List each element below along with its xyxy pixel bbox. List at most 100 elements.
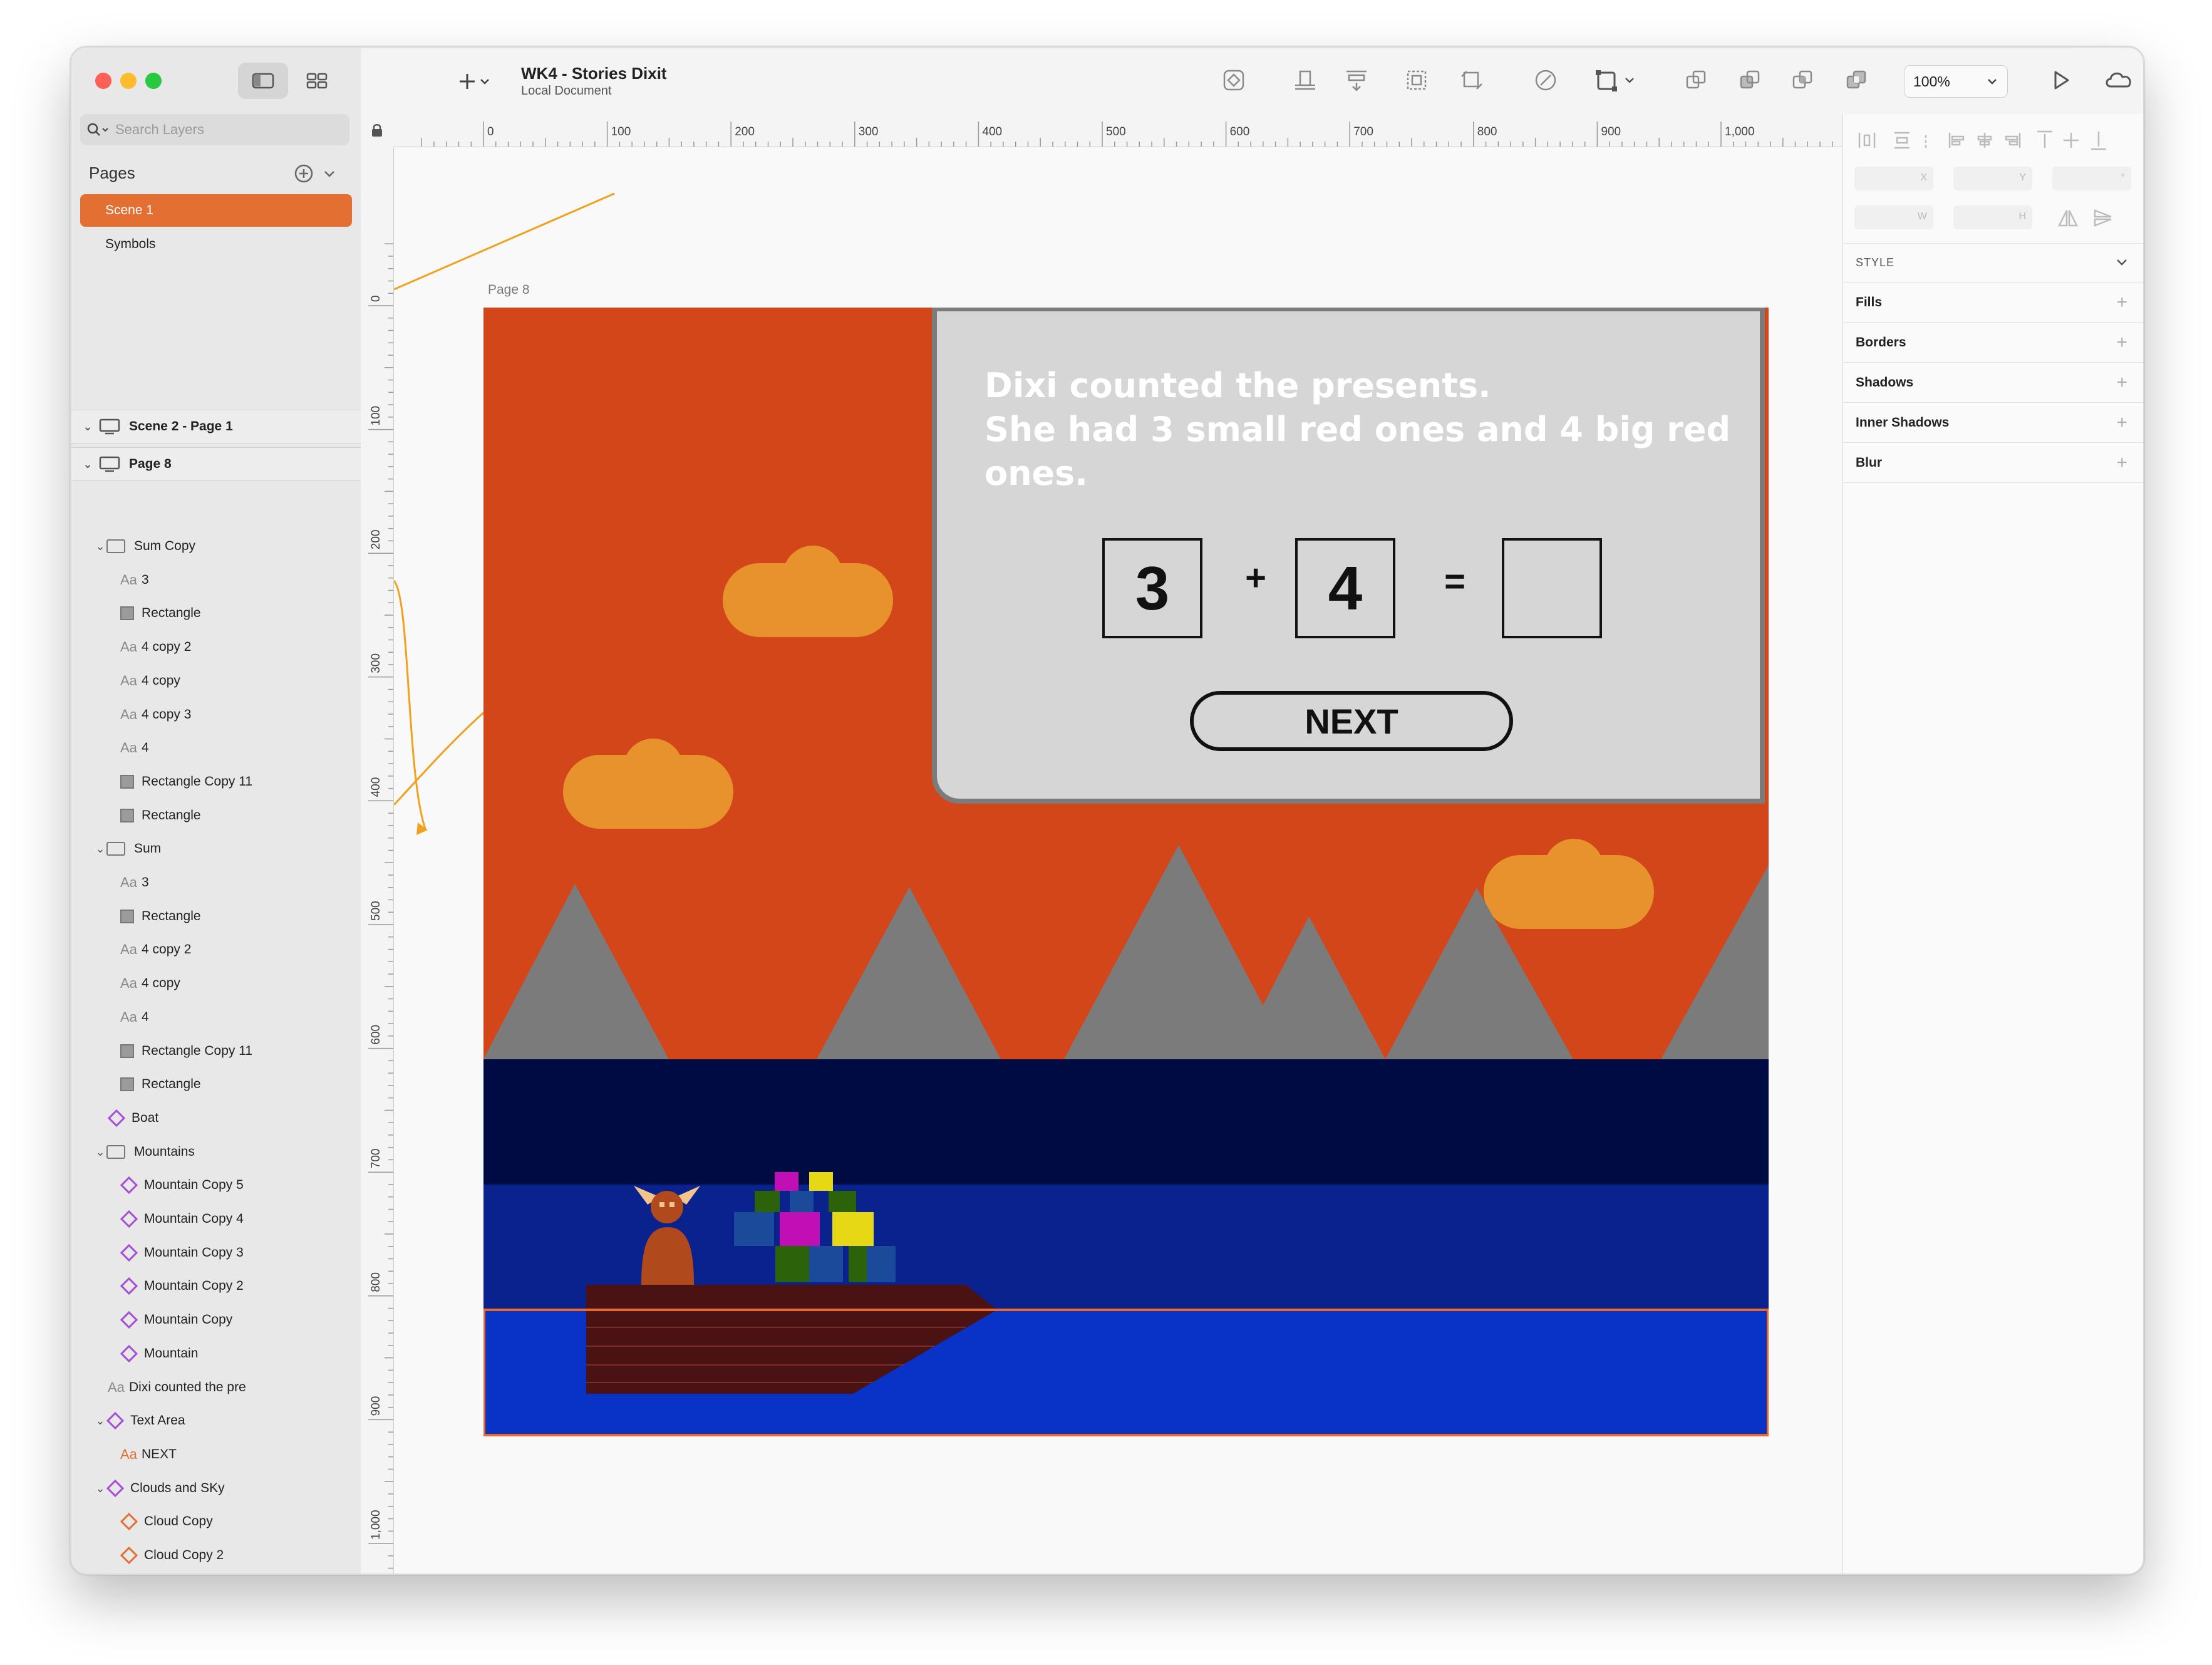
- layer-row[interactable]: Aa 4: [106, 735, 149, 760]
- zoom-window-button[interactable]: [145, 73, 162, 89]
- artboard-scene-2-page-1[interactable]: ⌄ Scene 2 - Page 1: [71, 410, 361, 443]
- page-item-symbols[interactable]: Symbols: [80, 228, 352, 261]
- layer-row[interactable]: Cloud Copy: [106, 1509, 213, 1534]
- distribute-button[interactable]: [1343, 66, 1370, 94]
- height-field[interactable]: H: [1953, 205, 2032, 229]
- insert-icon[interactable]: [458, 69, 492, 94]
- number-box-b[interactable]: 4: [1295, 538, 1395, 638]
- layer-row[interactable]: Rectangle: [106, 803, 201, 828]
- fills-section[interactable]: Fills +: [1843, 283, 2143, 323]
- collapse-pages-icon[interactable]: [322, 167, 337, 182]
- artboard-page-8[interactable]: ⌄ Page 8: [71, 447, 361, 481]
- flip-vertical-icon[interactable]: [2092, 208, 2114, 228]
- canvas-view-button[interactable]: [238, 63, 288, 99]
- chevron-down-icon[interactable]: ⌄: [81, 420, 94, 433]
- vertical-ruler[interactable]: 0 100 200 300 400 500 600 700 800 900 1,000: [361, 147, 394, 1574]
- add-inner-shadow-icon[interactable]: +: [2116, 412, 2127, 433]
- ruler-label: 200: [735, 125, 755, 138]
- layer-row[interactable]: Mountain Copy: [106, 1307, 232, 1332]
- layer-row[interactable]: Mountain Copy 2: [106, 1273, 244, 1299]
- minimize-window-button[interactable]: [120, 73, 137, 89]
- zoom-select[interactable]: 100%: [1904, 65, 2008, 98]
- lock-icon[interactable]: [370, 123, 385, 138]
- borders-section[interactable]: Borders +: [1843, 323, 2143, 363]
- blur-section[interactable]: Blur +: [1843, 443, 2143, 483]
- add-shadow-icon[interactable]: +: [2116, 372, 2127, 393]
- layer-row[interactable]: Aa 4 copy 3: [106, 702, 191, 727]
- align-bottom-button[interactable]: [1291, 66, 1319, 94]
- layer-row[interactable]: Aa 3: [106, 568, 149, 593]
- intersect-button[interactable]: [1789, 66, 1816, 94]
- add-fill-icon[interactable]: +: [2116, 292, 2127, 313]
- layer-row[interactable]: Mountain Copy 5: [106, 1173, 244, 1198]
- x-field[interactable]: X: [1854, 167, 1933, 190]
- artboard-page-8[interactable]: Dixi counted the presents. She had 3 sma…: [483, 308, 1769, 1436]
- layer-row[interactable]: Aa 4 copy 2: [106, 635, 191, 660]
- artboard-label[interactable]: Page 8: [488, 283, 530, 298]
- y-field[interactable]: Y: [1953, 167, 2032, 190]
- folder-icon: [106, 539, 125, 553]
- layer-row[interactable]: ⌄ Text Area: [94, 1408, 185, 1433]
- layer-row[interactable]: Aa 4 copy: [106, 971, 180, 996]
- components-view-button[interactable]: [292, 63, 342, 99]
- layer-row[interactable]: Rectangle: [106, 601, 201, 626]
- inner-shadows-section[interactable]: Inner Shadows +: [1843, 403, 2143, 443]
- chevron-down-icon[interactable]: ⌄: [94, 1146, 106, 1159]
- chevron-down-icon[interactable]: ⌄: [81, 458, 94, 471]
- layer-row[interactable]: Mountain Copy 3: [106, 1240, 244, 1265]
- scale-button[interactable]: [1403, 66, 1430, 94]
- layer-row[interactable]: ⌄ Mountains: [94, 1139, 195, 1164]
- create-symbol-button[interactable]: [1220, 66, 1248, 94]
- answer-box[interactable]: [1502, 538, 1602, 638]
- chevron-down-icon[interactable]: ⌄: [94, 540, 106, 553]
- layer-row[interactable]: Cloud Copy 2: [106, 1543, 224, 1568]
- layer-row[interactable]: ⌄ Sum Copy: [94, 534, 195, 559]
- layer-row[interactable]: Aa Dixi counted the pre: [94, 1375, 246, 1400]
- flip-horizontal-icon[interactable]: [2057, 208, 2079, 228]
- preview-play-icon[interactable]: [2048, 68, 2073, 93]
- shadows-section[interactable]: Shadows +: [1843, 363, 2143, 403]
- canvas[interactable]: Page 8 Dixi counted the presents. She ha…: [394, 147, 1842, 1574]
- layer-row[interactable]: Aa 4 copy: [106, 668, 180, 693]
- ruler-label: 400: [370, 777, 383, 797]
- page-item-scene-1[interactable]: Scene 1: [80, 194, 352, 227]
- inspector-panel: X Y ° W H STYLE Fills + Borders + Shadows +…: [1842, 114, 2143, 1574]
- rectangle-layer-icon: [120, 606, 134, 620]
- layer-row[interactable]: Rectangle Copy 11: [106, 1039, 252, 1064]
- search-layers-input[interactable]: Search Layers: [80, 114, 349, 145]
- transform-button[interactable]: [1593, 66, 1643, 94]
- close-window-button[interactable]: [95, 73, 111, 89]
- rotate-button[interactable]: [1458, 66, 1486, 94]
- layer-row[interactable]: Mountain: [106, 1341, 198, 1366]
- number-box-a[interactable]: 3: [1102, 538, 1202, 638]
- layer-row[interactable]: Rectangle: [106, 1072, 201, 1097]
- alignment-icons[interactable]: [1856, 128, 2131, 153]
- chevron-down-icon[interactable]: ⌄: [94, 843, 106, 856]
- layer-row[interactable]: Rectangle: [106, 904, 201, 929]
- chevron-down-icon[interactable]: ⌄: [94, 1414, 106, 1428]
- width-field[interactable]: W: [1854, 205, 1933, 229]
- subtract-button[interactable]: [1736, 66, 1764, 94]
- text-area-panel[interactable]: Dixi counted the presents. She had 3 sma…: [932, 308, 1765, 804]
- layer-row[interactable]: Aa 4: [106, 1005, 149, 1030]
- edit-path-button[interactable]: [1532, 66, 1559, 94]
- add-blur-icon[interactable]: +: [2116, 452, 2127, 474]
- layer-row[interactable]: Boat: [94, 1106, 158, 1131]
- layer-row[interactable]: Aa NEXT: [106, 1442, 177, 1467]
- layer-row[interactable]: ⌄ Clouds and SKy: [94, 1476, 225, 1501]
- style-section-header[interactable]: STYLE: [1843, 243, 2143, 283]
- chevron-down-icon[interactable]: ⌄: [94, 1482, 106, 1495]
- add-page-icon[interactable]: [293, 163, 314, 184]
- layer-row[interactable]: Mountain Copy 4: [106, 1206, 244, 1232]
- layer-row[interactable]: ⌄ Sum: [94, 836, 161, 861]
- union-button[interactable]: [1682, 66, 1710, 94]
- horizontal-ruler[interactable]: 0 100 200 300 400 500 600 700 800 900 1,000: [361, 114, 1842, 147]
- cloud-icon[interactable]: [2103, 68, 2134, 93]
- layer-row[interactable]: Rectangle Copy 11: [106, 769, 252, 794]
- next-button[interactable]: NEXT: [1190, 691, 1513, 751]
- difference-button[interactable]: [1842, 66, 1870, 94]
- rotation-field[interactable]: °: [2052, 167, 2131, 190]
- add-border-icon[interactable]: +: [2116, 332, 2127, 353]
- layer-row[interactable]: Aa 3: [106, 870, 149, 895]
- layer-row[interactable]: Aa 4 copy 2: [106, 937, 191, 962]
